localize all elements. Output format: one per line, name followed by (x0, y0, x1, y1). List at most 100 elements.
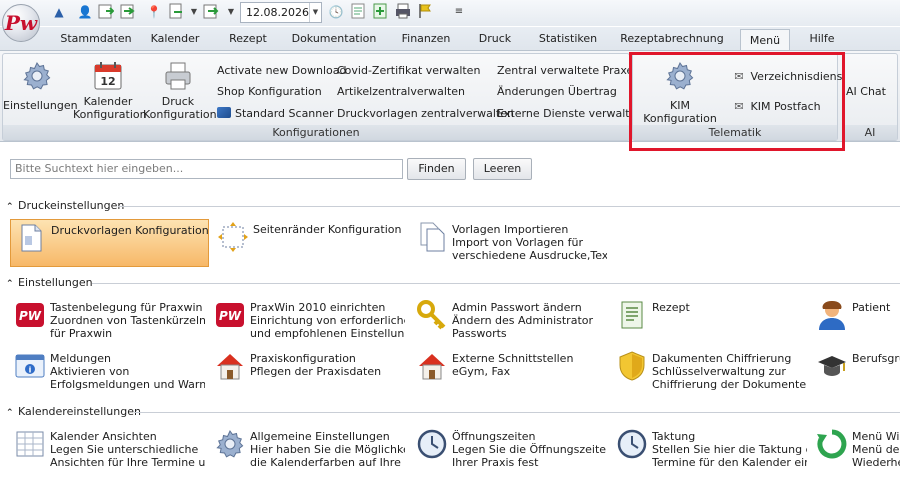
einstellungen-button[interactable]: Einstellungen (3, 60, 78, 112)
app-logo[interactable]: Pw (2, 4, 40, 42)
item-desc-1: Aktivieren von (50, 365, 130, 378)
item-berufsgruppe[interactable]: Berufsgrup (812, 348, 900, 396)
refresh-icon (816, 428, 848, 460)
arrow-up-icon[interactable]: ▲ (50, 3, 68, 21)
item-desc-1: Zuordnen von Tastenkürzeln (50, 314, 205, 327)
add-sheet-icon[interactable] (371, 3, 389, 21)
section-header-druck[interactable]: ⌃ Druckeinstellungen (6, 199, 124, 213)
pin-icon[interactable]: 📍 (145, 3, 163, 21)
dropdown-icon[interactable]: ▼ (222, 3, 240, 21)
find-button[interactable]: Finden (407, 158, 466, 180)
date-picker[interactable]: 12.08.2026 ▼ (240, 2, 322, 23)
ai-chat-button[interactable]: AI Chat (846, 85, 886, 99)
clear-button[interactable]: Leeren (473, 158, 532, 180)
item-desc-1: Ändern des Administrator (452, 314, 594, 327)
flag-icon[interactable] (416, 3, 434, 21)
item-tastenbelegung[interactable]: PW Tastenbelegung für Praxwin Zuordnen vo… (10, 297, 205, 345)
item-druckvorlagen-konfiguration[interactable]: Druckvorlagen Konfiguration (10, 219, 209, 267)
item-title: PraxWin 2010 einrichten (250, 301, 386, 314)
tab-menu[interactable]: Menü (740, 29, 790, 52)
item-desc-2: für Praxwin (50, 327, 113, 340)
item-desc-2: Termine für den Kalender ein (652, 456, 807, 469)
document-icon[interactable] (167, 3, 185, 21)
praxwin-icon: PW (214, 299, 246, 331)
highlight-box (629, 52, 845, 151)
tab-finanzen[interactable]: Finanzen (394, 27, 458, 51)
house-icon (214, 350, 246, 382)
item-dokumenten-chiffrierung[interactable]: Dakumenten Chiffrierung Schlüsselverwaltu… (612, 348, 807, 396)
calendar-clock-icon[interactable]: 🕓 (327, 3, 345, 21)
note-icon[interactable] (349, 3, 367, 21)
chevron-up-icon: ⌃ (6, 279, 14, 289)
item-praxwin-einrichten[interactable]: PW PraxWin 2010 einrichten Einrichtung vo… (210, 297, 405, 345)
section-header-kalender[interactable]: ⌃ Kalendereinstellungen (6, 405, 141, 419)
prescription-icon (616, 299, 648, 331)
search-input[interactable]: Bitte Suchtext hier eingeben... (10, 159, 403, 179)
druck-label-2: Konfiguration (143, 108, 217, 121)
shop-konfiguration-button[interactable]: Shop Konfiguration (217, 85, 322, 99)
item-patient[interactable]: Patient (812, 297, 900, 345)
chevron-down-icon[interactable]: ▼ (309, 3, 321, 22)
import-icon[interactable] (119, 3, 137, 21)
item-title: Dakumenten Chiffrierung (652, 352, 792, 365)
item-desc-1: Legen Sie die Öffnungszeiten (452, 443, 607, 456)
tab-kalender[interactable]: Kalender (140, 27, 210, 51)
aenderungen-uebertrag-button[interactable]: Änderungen Übertrag (497, 85, 617, 99)
user-icon[interactable]: 👤 (76, 3, 94, 21)
customize-icon[interactable]: ≡ (450, 3, 468, 21)
tab-stammdaten[interactable]: Stammdaten (54, 27, 138, 51)
item-rezept[interactable]: Rezept (612, 297, 807, 345)
tab-rezeptabrechnung[interactable]: Rezeptabrechnung (620, 27, 724, 51)
artikelzentralverwalten-button[interactable]: Artikelzentralverwalten (337, 85, 465, 99)
einstellungen-label: Einstellungen (3, 99, 78, 112)
item-taktung[interactable]: Taktung Stellen Sie hier die Taktung der T… (612, 426, 807, 474)
section-header-einstellungen[interactable]: ⌃ Einstellungen (6, 276, 93, 290)
activate-download-button[interactable]: Activate new Download (217, 64, 347, 78)
item-kalender-ansichten[interactable]: Kalender Ansichten Legen Sie unterschiedl… (10, 426, 205, 474)
item-praxiskonfiguration[interactable]: Praxiskonfiguration Pflegen der Praxisdat… (210, 348, 405, 396)
covid-zertifikat-button[interactable]: Covid-Zertifikat verwalten (337, 64, 480, 78)
kalender-label-1: Kalender (83, 95, 133, 108)
item-title: Kalender Ansichten (50, 430, 157, 443)
item-allgemeine-einstellungen[interactable]: Allgemeine Einstellungen Hier haben Sie d… (210, 426, 405, 474)
shield-icon (616, 350, 648, 382)
tab-hilfe[interactable]: Hilfe (800, 27, 844, 51)
standard-scanner-label: Standard Scanner (235, 107, 334, 120)
item-externe-schnittstellen[interactable]: Externe Schnittstellen eGym, Fax (412, 348, 607, 396)
chevron-up-icon: ⌃ (6, 408, 14, 418)
standard-scanner-button[interactable]: Standard Scanner (217, 107, 334, 121)
item-desc-2: Wiederher (852, 456, 900, 469)
item-title: Berufsgrup (852, 352, 900, 365)
druckvorlagen-zentral-button[interactable]: Druckvorlagen zentralverwalten (337, 107, 514, 121)
item-admin-passwort[interactable]: Admin Passwort ändern Ändern des Administ… (412, 297, 607, 345)
document-page-icon (15, 222, 47, 254)
section-title-druck: Druckeinstellungen (18, 199, 125, 212)
item-title: Tastenbelegung für Praxwin (50, 301, 203, 314)
item-desc-2: Ihrer Praxis fest (452, 456, 539, 469)
item-oeffnungszeiten[interactable]: Öffnungszeiten Legen Sie die Öffnungszeit… (412, 426, 607, 474)
kalender-konfiguration-button[interactable]: 12 Kalender Konfiguration (73, 60, 147, 121)
item-menu-wiederherstellen[interactable]: Menü WieMenü desWiederher (812, 426, 900, 474)
item-title: Öffnungszeiten (452, 430, 536, 443)
item-title: Meldungen (50, 352, 111, 365)
section-divider (118, 206, 900, 207)
tab-dokumentation[interactable]: Dokumentation (290, 27, 378, 51)
item-desc-2: Passworts (452, 327, 507, 340)
item-meldungen[interactable]: i Meldungen Aktivieren von Erfolgsmeldunge… (10, 348, 205, 396)
forward-icon[interactable] (202, 3, 220, 21)
tab-statistiken[interactable]: Statistiken (532, 27, 604, 51)
section-divider (92, 283, 900, 284)
dropdown-icon[interactable]: ▼ (185, 3, 203, 21)
tab-rezept[interactable]: Rezept (220, 27, 276, 51)
item-seitenraender-konfiguration[interactable]: Seitenränder Konfiguration (213, 219, 408, 267)
tab-druck[interactable]: Druck (470, 27, 520, 51)
item-desc-1: Stellen Sie hier die Taktung der (652, 443, 807, 456)
item-vorlagen-importieren[interactable]: Vorlagen Importieren Import von Vorlagen … (412, 219, 607, 267)
druck-konfiguration-button[interactable]: Druck Konfiguration (143, 60, 217, 121)
export-icon[interactable] (97, 3, 115, 21)
item-title: Vorlagen Importieren (452, 223, 569, 236)
externe-dienste-button[interactable]: Externe Dienste verwalten (497, 107, 643, 121)
print-icon[interactable] (394, 3, 412, 21)
zentral-praxen-button[interactable]: Zentral verwaltete Praxen (497, 64, 640, 78)
patient-icon (816, 299, 848, 331)
